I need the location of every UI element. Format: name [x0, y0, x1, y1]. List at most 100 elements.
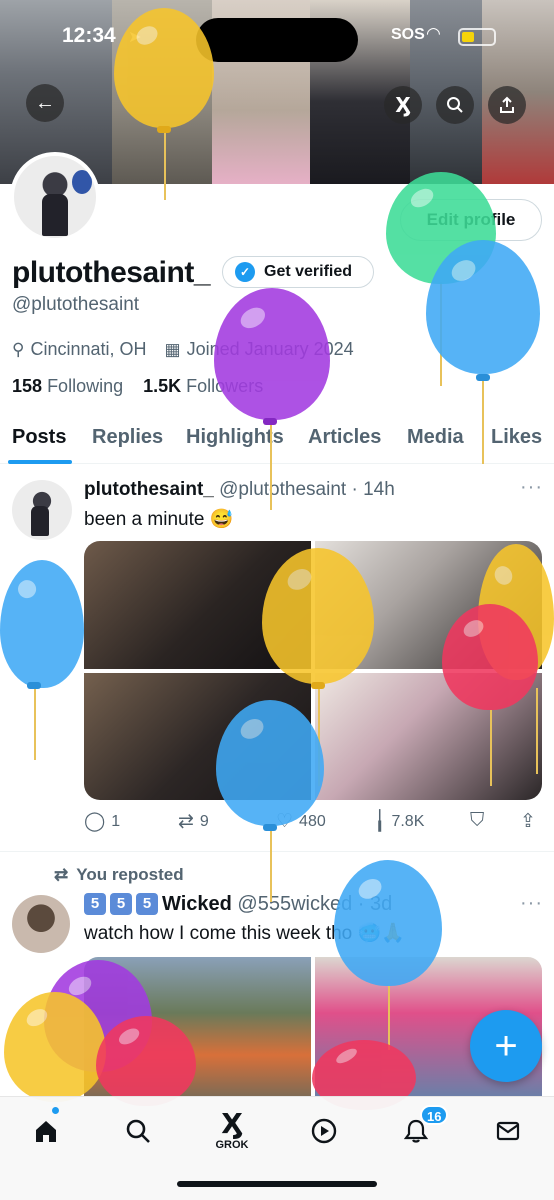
post-time: 14h: [363, 479, 395, 500]
followers-label: Followers: [186, 376, 264, 396]
grok-button[interactable]: Ӽ: [384, 86, 422, 124]
grok-icon: Ӽ: [395, 93, 411, 117]
get-verified-label: Get verified: [264, 263, 353, 280]
post-header: 5 5 5 Wicked @555wicked · 3d: [84, 893, 392, 916]
grok-icon: Ӽ: [221, 1106, 243, 1140]
home-indicator: [177, 1181, 377, 1187]
reply-icon: ◯: [84, 811, 106, 832]
profile-avatar[interactable]: [10, 152, 100, 242]
get-verified-button[interactable]: ✓ Get verified: [222, 256, 374, 288]
home-new-indicator: [52, 1107, 59, 1114]
nav-grok[interactable]: Ӽ: [212, 1103, 252, 1143]
share-button[interactable]: [488, 86, 526, 124]
post-photo-1[interactable]: [84, 541, 311, 669]
balloon-icon: [0, 560, 84, 688]
share-post-icon: ⇪: [520, 811, 536, 832]
post-photo-3[interactable]: [84, 673, 311, 800]
heart-icon: ♡: [276, 811, 294, 832]
active-tab-indicator: [8, 460, 72, 464]
profile-meta: ⚲ Cincinnati, OH ▦ Joined January 2024: [12, 339, 354, 360]
repost-icon: ⇄: [178, 811, 194, 832]
post-photo-2[interactable]: [315, 541, 542, 669]
dynamic-island: [196, 18, 358, 62]
post-media-grid[interactable]: [84, 541, 542, 800]
repost-button[interactable]: ⇄ 9: [178, 810, 209, 833]
nav-search[interactable]: [118, 1111, 158, 1151]
followers-count: 1.5K: [143, 376, 182, 396]
tab-likes[interactable]: Likes: [491, 426, 542, 449]
post-header: plutothesaint_ @plutothesaint · 14h: [84, 479, 395, 500]
post-photo-4[interactable]: [315, 673, 542, 800]
post-handle: @plutothesaint: [219, 479, 347, 500]
post-author[interactable]: Wicked: [162, 893, 232, 915]
post-actions: ◯ 1 ⇄ 9 ♡ 480 ╽ 7.8K ⛉ ⇪: [84, 810, 544, 836]
arrow-left-icon: ←: [35, 91, 55, 114]
like-count: 480: [299, 812, 326, 830]
wifi-icon: ◠: [426, 24, 441, 43]
share-post-button[interactable]: ⇪: [520, 810, 542, 833]
profile-tabs: Posts Replies Highlights Articles Media …: [0, 418, 554, 464]
keycap-emoji: 5: [84, 893, 106, 915]
profile-joined: Joined January 2024: [186, 339, 354, 359]
keycap-emoji: 5: [110, 893, 132, 915]
follow-stats: 158 Following 1.5K Followers: [12, 376, 263, 397]
post-divider: [0, 851, 554, 852]
nav-video[interactable]: [304, 1111, 344, 1151]
more-options-icon[interactable]: ···: [520, 892, 543, 915]
post-text: been a minute 😅: [84, 509, 234, 530]
repost-label: You reposted: [76, 865, 184, 884]
following-link[interactable]: 158 Following: [12, 376, 123, 396]
more-options-icon[interactable]: ···: [520, 476, 543, 499]
keycap-emoji: 5: [136, 893, 158, 915]
search-icon: [126, 1119, 150, 1143]
back-button[interactable]: ←: [26, 84, 64, 122]
envelope-icon: [496, 1121, 520, 1141]
share-icon: [500, 96, 514, 113]
edit-profile-button[interactable]: Edit profile: [400, 199, 542, 241]
bar-chart-icon: ╽: [374, 811, 386, 832]
profile-handle: @plutothesaint: [12, 294, 140, 315]
reply-button[interactable]: ◯ 1: [84, 810, 120, 833]
status-time: 12:34: [62, 24, 116, 47]
views-button[interactable]: ╽ 7.8K: [374, 810, 424, 833]
play-icon: [311, 1118, 337, 1144]
sos-indicator: SOS: [391, 26, 425, 43]
post-author[interactable]: plutothesaint_: [84, 479, 214, 500]
map-pin-icon: ⚲: [12, 339, 25, 359]
post-photo-1[interactable]: [84, 957, 311, 1097]
verified-badge-icon: ✓: [235, 262, 255, 282]
bookmark-button[interactable]: ⛉: [470, 810, 490, 832]
display-name: plutothesaint_: [12, 256, 211, 289]
notifications-badge: 16: [420, 1105, 449, 1125]
repost-count: 9: [199, 812, 209, 830]
tab-media[interactable]: Media: [407, 426, 464, 449]
like-button[interactable]: ♡ 480: [276, 810, 326, 833]
tab-replies[interactable]: Replies: [92, 426, 163, 449]
profile-location: Cincinnati, OH: [30, 339, 147, 359]
grok-label: GROK: [215, 1139, 249, 1151]
tab-posts[interactable]: Posts: [12, 426, 66, 449]
post-avatar[interactable]: [12, 480, 72, 540]
following-count: 158: [12, 376, 43, 396]
repost-context: ⇄ You reposted: [54, 865, 184, 885]
search-icon: [447, 97, 463, 113]
post-handle: @555wicked: [237, 893, 353, 915]
home-icon: [36, 1121, 56, 1142]
battery-icon: [458, 28, 496, 46]
following-label: Following: [47, 376, 124, 396]
repost-context-icon: ⇄: [54, 865, 69, 884]
calendar-icon: ▦: [164, 339, 181, 359]
plus-icon: +: [494, 1023, 518, 1068]
post-avatar[interactable]: [12, 895, 70, 953]
search-button[interactable]: [436, 86, 474, 124]
compose-button[interactable]: +: [470, 1010, 542, 1082]
nav-home[interactable]: [26, 1111, 66, 1151]
followers-link[interactable]: 1.5K Followers: [143, 376, 263, 396]
nav-messages[interactable]: [488, 1111, 528, 1151]
reply-count: 1: [111, 812, 121, 830]
tab-highlights[interactable]: Highlights: [186, 426, 284, 449]
tab-articles[interactable]: Articles: [308, 426, 381, 449]
view-count: 7.8K: [391, 812, 425, 830]
bookmark-icon: ⛉: [470, 810, 485, 831]
post-text: watch how I come this week tho 🥶🙏: [84, 923, 405, 944]
